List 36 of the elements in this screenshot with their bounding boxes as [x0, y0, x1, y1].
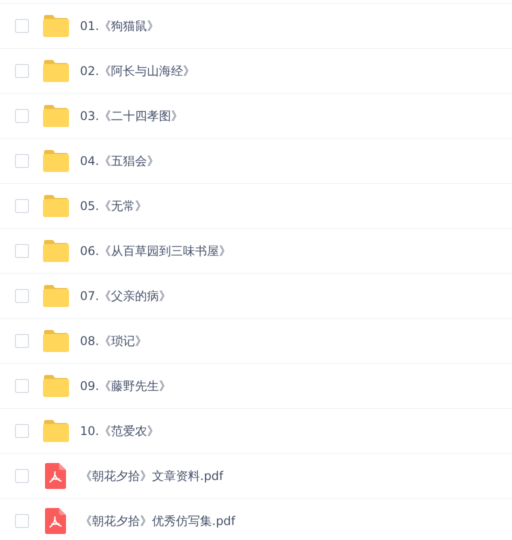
checkbox[interactable] — [15, 334, 29, 348]
file-name[interactable]: 03.《二十四孝图》 — [80, 107, 184, 125]
file-name[interactable]: 07.《父亲的病》 — [80, 287, 172, 305]
checkbox[interactable] — [15, 379, 29, 393]
file-name[interactable]: 01.《狗猫鼠》 — [80, 17, 160, 35]
file-name[interactable]: 02.《阿长与山海经》 — [80, 62, 196, 80]
checkbox[interactable] — [15, 244, 29, 258]
checkbox[interactable] — [15, 154, 29, 168]
file-name[interactable]: 10.《范爱农》 — [80, 422, 160, 440]
file-name[interactable]: 08.《琐记》 — [80, 332, 148, 350]
checkbox[interactable] — [15, 514, 29, 528]
folder-icon — [42, 105, 68, 127]
folder-icon — [42, 375, 68, 397]
checkbox[interactable] — [15, 109, 29, 123]
checkbox[interactable] — [15, 424, 29, 438]
folder-icon — [42, 285, 68, 307]
file-name[interactable]: 06.《从百草园到三味书屋》 — [80, 242, 232, 260]
checkbox[interactable] — [15, 19, 29, 33]
checkbox[interactable] — [15, 289, 29, 303]
folder-icon — [42, 195, 68, 217]
folder-icon — [42, 420, 68, 442]
file-name[interactable]: 04.《五猖会》 — [80, 152, 160, 170]
folder-icon — [42, 15, 68, 37]
file-name[interactable]: 09.《藤野先生》 — [80, 377, 172, 395]
folder-icon — [42, 240, 68, 262]
folder-icon — [42, 330, 68, 352]
folder-icon — [42, 150, 68, 172]
checkbox[interactable] — [15, 199, 29, 213]
file-name[interactable]: 《朝花夕拾》文章资料.pdf — [80, 467, 224, 485]
folder-icon — [42, 60, 68, 82]
checkbox[interactable] — [15, 469, 29, 483]
checkbox[interactable] — [15, 64, 29, 78]
file-name[interactable]: 05.《无常》 — [80, 197, 148, 215]
file-name[interactable]: 《朝花夕拾》优秀仿写集.pdf — [80, 512, 236, 530]
pdf-file-icon — [45, 463, 66, 489]
pdf-file-icon — [45, 508, 66, 534]
